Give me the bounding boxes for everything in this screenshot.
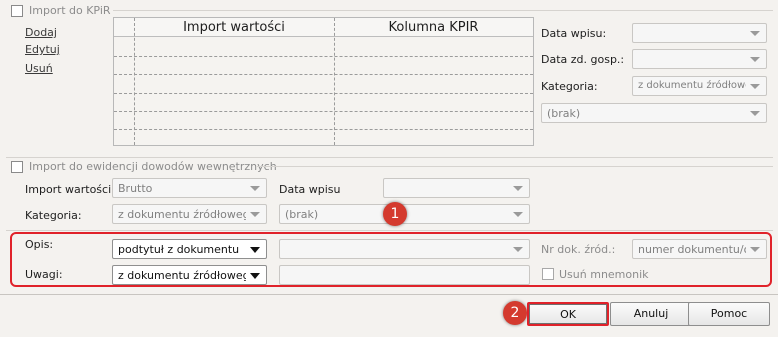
import-wartosci-select[interactable]: Brutto <box>112 178 267 198</box>
column-header-import-value[interactable]: Import wartości <box>134 18 334 37</box>
ok-button[interactable]: OK <box>527 302 609 326</box>
ewidencja-data-wpisu-label: Data wpisu <box>279 183 341 196</box>
grid-line <box>114 74 533 75</box>
opis-label: Opis: <box>25 238 54 251</box>
grid-line <box>134 18 135 145</box>
usun-mnemonik-checkbox[interactable] <box>542 268 554 280</box>
section-divider <box>6 230 773 231</box>
uwagi-label: Uwagi: <box>25 268 63 281</box>
grid-line <box>114 93 533 94</box>
nr-dok-label: Nr dok. źród.: <box>541 243 616 256</box>
kpir-kategoria-label: Kategoria: <box>541 80 598 93</box>
chevron-down-icon <box>513 247 523 252</box>
kpir-mapping-table[interactable]: Import wartości Kolumna KPIR <box>113 17 534 146</box>
uwagi-text-input[interactable] <box>279 265 530 285</box>
cancel-button[interactable]: Anuluj <box>610 302 692 326</box>
section-divider <box>6 157 773 158</box>
column-header-kpir-column[interactable]: Kolumna KPIR <box>334 18 533 37</box>
import-ewidencji-separator <box>257 166 773 167</box>
chevron-down-icon <box>250 273 260 279</box>
delete-link[interactable]: Usuń <box>25 62 53 75</box>
chevron-down-icon <box>750 31 760 36</box>
usun-mnemonik-label: Usuń mnemonik <box>559 268 649 281</box>
step-badge-2: 2 <box>503 301 527 325</box>
ewidencja-kategoria-select[interactable]: z dokumentu źródłowego <box>112 204 267 224</box>
kpir-kategoria-select[interactable]: z dokumentu źródłowego <box>632 76 767 96</box>
grid-line <box>114 111 533 112</box>
kpir-subcategory-select[interactable]: (brak) <box>541 103 767 123</box>
chevron-down-icon <box>250 247 260 253</box>
step-badge-1: 1 <box>383 202 407 226</box>
import-kpir-separator <box>113 10 773 11</box>
import-wartosci-label: Import wartości: <box>25 183 115 196</box>
import-ewidencji-label: Import do ewidencji dowodów wewnętrznych <box>29 160 277 173</box>
nr-dok-select[interactable]: numer dokumentu/oryg <box>632 239 767 259</box>
chevron-down-icon <box>250 212 260 217</box>
add-link[interactable]: Dodaj <box>25 26 57 39</box>
kpir-data-zd-select[interactable] <box>632 49 767 69</box>
uwagi-select[interactable]: z dokumentu źródłowego <box>112 265 267 285</box>
import-ewidencji-checkbox[interactable] <box>11 161 23 173</box>
help-button[interactable]: Pomoc <box>688 302 770 326</box>
opis-select[interactable]: podtytuł z dokumentu <box>112 239 267 259</box>
chevron-down-icon <box>513 186 523 191</box>
ewidencja-data-wpisu-select[interactable] <box>383 178 530 198</box>
chevron-down-icon <box>750 84 760 89</box>
kpir-data-wpisu-label: Data wpisu: <box>541 27 607 40</box>
kpir-data-wpisu-select[interactable] <box>632 23 767 43</box>
ewidencja-kategoria-label: Kategoria: <box>25 209 82 222</box>
grid-line <box>334 18 335 145</box>
grid-line <box>114 129 533 130</box>
chevron-down-icon <box>250 186 260 191</box>
import-kpir-checkbox[interactable] <box>11 5 23 17</box>
kpir-data-zd-label: Data zd. gosp.: <box>541 53 625 66</box>
import-kpir-label: Import do KPiR <box>29 4 111 17</box>
chevron-down-icon <box>750 247 760 252</box>
chevron-down-icon <box>750 57 760 62</box>
grid-line <box>114 56 533 57</box>
table-header-corner <box>114 18 134 37</box>
edit-link[interactable]: Edytuj <box>25 43 60 56</box>
chevron-down-icon <box>750 111 760 116</box>
chevron-down-icon <box>513 212 523 217</box>
button-bar-separator <box>0 294 778 295</box>
opis-second-select[interactable] <box>279 239 530 259</box>
